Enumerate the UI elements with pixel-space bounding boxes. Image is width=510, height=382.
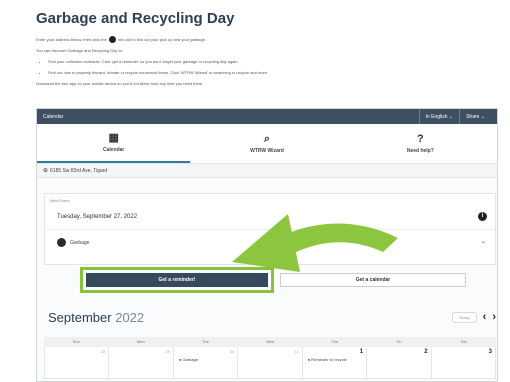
month-grid: Sun Mon Tue Wed Thu Fri Sat 28 29 30 ● Ga… <box>44 337 496 379</box>
intro-text: Enter your address below, then click the… <box>36 34 496 89</box>
day-cell[interactable]: 30 ● Garbage <box>173 347 239 379</box>
info-dot-icon <box>108 36 116 44</box>
widget-nav: ▦ Calendar ⌕ WTRW Wizard ? Need help? <box>37 124 497 164</box>
tab-calendar[interactable]: ▦ Calendar <box>37 124 191 163</box>
month-name: September <box>48 309 112 325</box>
tab-wizard[interactable]: ⌕ WTRW Wizard <box>190 124 343 163</box>
help-icon: ? <box>416 133 424 145</box>
intro-line2: You can discover Garbage and Recycling D… <box>36 48 124 53</box>
chevron-down-icon[interactable]: ⌄ <box>481 238 486 245</box>
tab-calendar-label: Calendar <box>102 147 125 153</box>
day-cell[interactable]: 28 <box>45 347 110 379</box>
day-number: 28 <box>100 349 106 354</box>
page-title: Garbage and Recycling Day <box>36 10 235 27</box>
tab-wizard-label: WTRW Wizard <box>250 148 284 154</box>
intro-bullet-1: Find your collection schedule. Click 'ge… <box>48 56 496 67</box>
next-event-label: Next Event <box>50 198 70 203</box>
tab-help-label: Need help? <box>406 148 434 154</box>
chevron-left-icon[interactable]: ‹ <box>483 311 487 323</box>
weekday-header: Sun Mon Tue Wed Thu Fri Sat <box>44 337 496 347</box>
month-controls: Today ‹ › <box>451 311 496 323</box>
get-reminder-button[interactable]: Get a reminder! <box>80 267 274 293</box>
month-header: September 2022 Today ‹ › <box>44 305 496 329</box>
location-icon: ⊕ <box>43 168 49 174</box>
tab-help[interactable]: ? Need help? <box>344 124 497 163</box>
search-icon: ⌕ <box>263 133 271 145</box>
next-event-date: Tuesday, September 27, 2022 <box>57 214 138 220</box>
today-button[interactable]: Today <box>451 311 477 323</box>
intro-line1a: Enter your address below, then click the <box>36 37 107 42</box>
day-cell[interactable]: 31 <box>238 347 303 379</box>
week-row: 28 29 30 ● Garbage 31 1 ● Reminder to recy… <box>44 347 496 379</box>
day-cell[interactable]: 3 <box>431 347 496 379</box>
day-number: 1 <box>359 349 364 355</box>
calendar-widget: Calendar In English ⌄ Share ⌄ ▦ Calendar… <box>36 108 498 382</box>
day-number: 29 <box>165 349 170 354</box>
get-calendar-button[interactable]: Get a calendar <box>280 273 466 287</box>
garbage-icon <box>57 238 66 247</box>
calendar-event[interactable]: ● Reminder to recycle <box>308 357 347 362</box>
share-button[interactable]: Share ⌄ <box>459 109 491 124</box>
next-event-card: Next Event Tuesday, September 27, 2022 i… <box>44 193 496 265</box>
day-cell[interactable]: 1 ● Reminder to recycle <box>302 347 368 379</box>
header-title: Calendar <box>43 113 64 120</box>
weekday-sat: Sat <box>460 339 467 344</box>
address-bar[interactable]: ⊕ 6185 Sw 83rd Ave, Tigard <box>37 164 497 178</box>
calendar-icon: ▦ <box>108 132 119 144</box>
intro-bullet-2: Find out how to properly discard, donate… <box>48 67 496 78</box>
weekday-fri: Fri <box>396 339 402 344</box>
month-title: September 2022 <box>48 310 144 325</box>
day-cell[interactable]: 2 <box>367 347 432 379</box>
intro-line1b: info dot to find out your pick up and yo… <box>117 37 207 42</box>
intro-line3: Download the free app on your mobile dev… <box>36 81 204 86</box>
day-number: 30 <box>229 349 235 354</box>
weekday-wed: Wed <box>265 339 275 344</box>
info-icon[interactable]: i <box>478 212 487 221</box>
day-number: 2 <box>424 349 428 355</box>
weekday-thu: Thu <box>331 339 339 344</box>
day-number: 3 <box>488 349 492 355</box>
calendar-event[interactable]: ● Garbage <box>179 357 198 362</box>
weekday-tue: Tue <box>202 339 209 344</box>
month-year: 2022 <box>115 309 145 325</box>
event-type: Garbage <box>57 238 89 247</box>
weekday-sun: Sun <box>72 339 80 344</box>
event-type-label: Garbage <box>70 239 90 246</box>
day-cell[interactable]: 29 <box>109 347 174 379</box>
language-select[interactable]: In English ⌄ <box>418 109 460 124</box>
address-text: 6185 Sw 83rd Ave, Tigard <box>50 167 108 174</box>
weekday-mon: Mon <box>136 339 145 344</box>
divider <box>45 229 495 230</box>
action-row: Get a reminder! Get a calendar <box>80 267 466 293</box>
chevron-right-icon[interactable]: › <box>492 311 496 323</box>
widget-header: Calendar In English ⌄ Share ⌄ <box>37 109 497 124</box>
day-number: 31 <box>294 349 299 354</box>
